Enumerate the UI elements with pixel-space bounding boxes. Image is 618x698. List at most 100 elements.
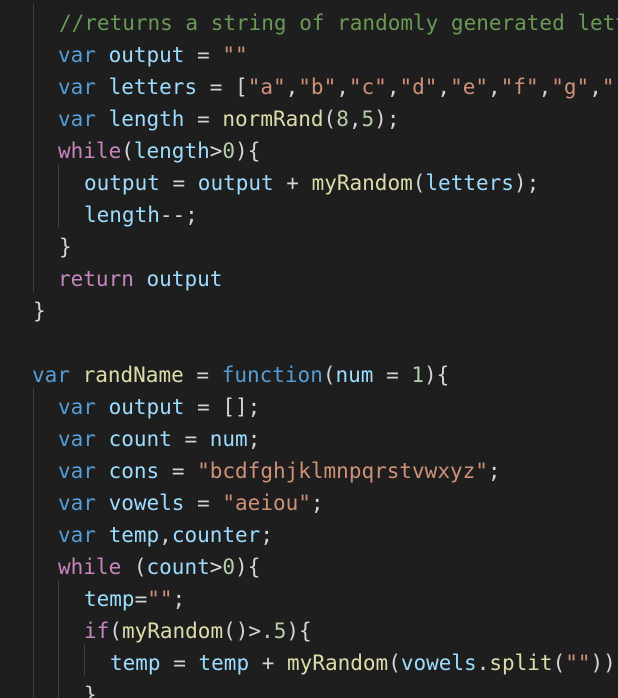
code-token-op: );: [513, 171, 540, 195]
code-line[interactable]: //returns a string of randomly generated…: [59, 7, 618, 39]
code-token-str: "bcdfghjklmnpqrstvwxyz": [197, 459, 488, 483]
code-token-var: temp: [84, 587, 135, 611]
code-line[interactable]: var count = num;: [58, 423, 260, 455]
code-token-var: count: [146, 555, 210, 579]
indent-guide: [58, 580, 59, 698]
code-token-op: (: [323, 107, 337, 131]
code-token-op: --;: [159, 203, 198, 227]
code-line[interactable]: temp = temp + myRandom(vowels.split("")): [110, 647, 616, 679]
code-token-op: }: [33, 299, 46, 323]
code-token-str: "e": [450, 75, 488, 99]
indent-guide: [84, 644, 85, 676]
code-token-op: =: [134, 587, 148, 611]
code-token-op: )): [590, 651, 616, 675]
code-token-num: 8: [336, 107, 349, 131]
code-token-str: "f": [500, 75, 539, 99]
code-token-op: (: [121, 555, 147, 579]
code-token-var: output: [108, 43, 185, 67]
code-token-var: output: [84, 171, 160, 195]
code-token-fn: myRandom: [121, 619, 224, 643]
code-token-fn: normRand: [222, 107, 324, 131]
code-token-var: output: [108, 395, 185, 419]
code-line[interactable]: return output: [58, 263, 222, 295]
code-token-op: [96, 43, 109, 67]
code-token-op: =: [159, 459, 198, 483]
code-token-num: 0: [222, 139, 236, 163]
code-token-op: =: [183, 363, 222, 387]
code-token-op: [96, 523, 109, 547]
code-line[interactable]: var letters = ["a","b","c","d","e","f","…: [58, 71, 615, 103]
code-token-op: ){: [286, 619, 312, 643]
code-token-op: ,: [285, 75, 299, 99]
code-token-str: "g": [551, 75, 590, 99]
code-token-op: ,: [386, 75, 400, 99]
code-line[interactable]: }: [33, 295, 46, 327]
code-token-op: }: [59, 235, 72, 259]
code-token-op: (: [552, 651, 566, 675]
code-token-op: ){: [424, 363, 450, 387]
code-line[interactable]: var randName = function(num = 1){: [32, 359, 449, 391]
code-line[interactable]: var output = "": [58, 39, 248, 71]
code-token-str: "a": [247, 75, 286, 99]
code-token-var: vowels: [108, 491, 185, 515]
code-token-op: +: [273, 171, 312, 195]
code-line[interactable]: while (count>0){: [58, 551, 260, 583]
code-token-op: ;: [487, 459, 501, 483]
code-editor[interactable]: //returns a string of randomly generated…: [0, 0, 618, 698]
code-token-op: ()>: [223, 619, 262, 643]
code-line[interactable]: output = output + myRandom(letters);: [84, 167, 539, 199]
code-token-str: "c": [348, 75, 387, 99]
code-token-op: [96, 427, 109, 451]
code-token-op: ){: [235, 139, 261, 163]
code-token-op: [96, 459, 109, 483]
code-token-fn: myRandom: [287, 651, 389, 675]
code-token-op: =: [159, 171, 198, 195]
code-token-op: ,: [589, 75, 602, 99]
code-line[interactable]: var output = [];: [58, 391, 260, 423]
code-line[interactable]: temp="";: [84, 583, 185, 615]
code-token-op: =: [171, 427, 210, 451]
code-token-var: output: [197, 171, 274, 195]
code-token-num: 1: [411, 363, 425, 387]
code-token-var: letters: [425, 171, 514, 195]
code-token-op: [96, 395, 109, 419]
code-token-op: ,: [538, 75, 552, 99]
code-token-str: ": [601, 75, 615, 99]
code-token-str: "": [565, 651, 591, 675]
code-token-op: [134, 267, 147, 291]
code-line[interactable]: length--;: [84, 199, 198, 231]
code-token-fn: randName: [82, 363, 184, 387]
code-token-num: .5: [261, 619, 287, 643]
code-token-op: = [];: [184, 395, 261, 419]
code-token-op: ,: [348, 107, 362, 131]
code-token-op: ;: [172, 587, 186, 611]
code-token-op: (: [412, 171, 426, 195]
code-token-op: (: [109, 619, 122, 643]
code-token-kw: var: [58, 491, 96, 515]
code-line[interactable]: if(myRandom()>.5){: [84, 615, 312, 647]
code-token-op: ){: [235, 555, 261, 579]
code-token-var: temp: [198, 651, 250, 675]
code-token-kw: function: [221, 363, 323, 387]
code-line[interactable]: var temp,counter;: [58, 519, 273, 551]
code-line[interactable]: while(length>0){: [58, 135, 260, 167]
code-token-str: "b": [298, 75, 337, 99]
code-token-var: length: [84, 203, 160, 227]
code-line[interactable]: }: [59, 231, 72, 263]
code-line[interactable]: }: [84, 679, 97, 698]
code-token-var: temp: [108, 523, 160, 547]
code-token-var: num: [209, 427, 248, 451]
code-token-kw: var: [58, 75, 96, 99]
code-token-op: );: [374, 107, 400, 131]
code-line[interactable]: var length = normRand(8,5);: [58, 103, 399, 135]
code-token-op: [70, 363, 83, 387]
code-line[interactable]: var cons = "bcdfghjklmnpqrstvwxyz";: [58, 455, 501, 487]
code-token-cmt: //returns a string of randomly generated…: [59, 11, 618, 35]
code-token-str: "d": [399, 75, 438, 99]
code-token-op: .: [476, 651, 490, 675]
code-token-var: cons: [108, 459, 160, 483]
code-token-op: [96, 75, 109, 99]
code-line[interactable]: var vowels = "aeiou";: [58, 487, 324, 519]
code-token-kw: var: [58, 395, 96, 419]
code-token-op: >: [209, 555, 223, 579]
